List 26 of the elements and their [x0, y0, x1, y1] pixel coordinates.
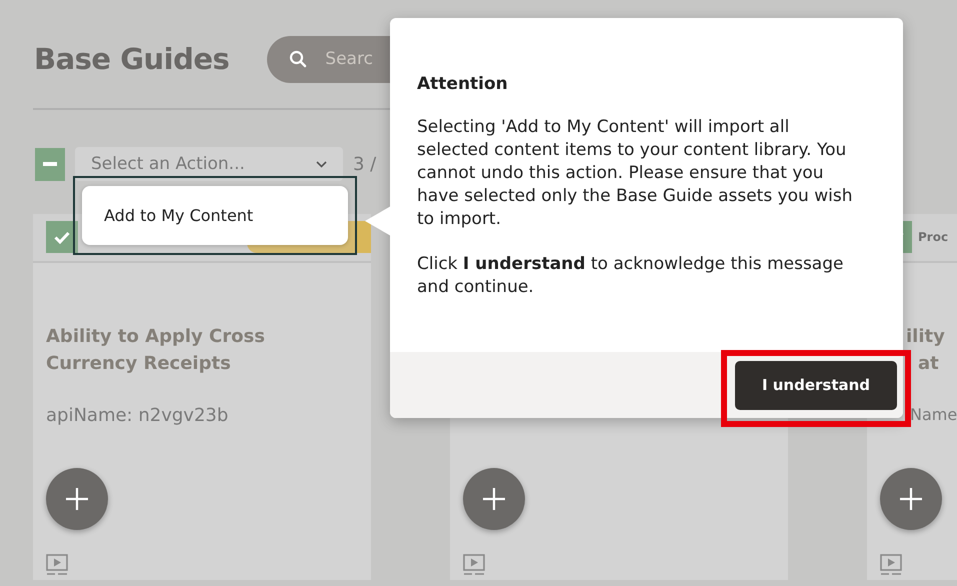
- page-title: Base Guides: [34, 42, 230, 76]
- add-button[interactable]: [46, 468, 108, 530]
- menu-item[interactable]: Add to My Content: [82, 186, 348, 245]
- card-tag: Proc: [918, 230, 948, 244]
- card-checkbox[interactable]: [46, 221, 78, 254]
- api-name: apiName: n2vgv23b: [46, 404, 228, 426]
- card-title-line: at: [917, 352, 940, 376]
- plus-icon: [482, 487, 506, 512]
- dialog-message: Click I understand to acknowledge this message and continue.: [417, 253, 844, 299]
- add-button[interactable]: [880, 468, 942, 530]
- add-button[interactable]: [463, 468, 525, 530]
- api-name: Name: [910, 404, 957, 424]
- video-icon: [879, 554, 903, 576]
- plus-icon: [899, 487, 923, 512]
- chevron-icon: [316, 160, 327, 168]
- card-title-line: ility: [906, 324, 946, 349]
- video-icon: [462, 554, 486, 576]
- understand-button[interactable]: I understand: [735, 360, 897, 410]
- plus-icon: [65, 487, 89, 512]
- select-all-checkbox[interactable]: [35, 148, 65, 180]
- selection-count: 3 /: [353, 154, 376, 174]
- dialog-message: Selecting 'Add to My Content' will import all selected content items to your content library. You cannot undo this action. Please ensure that you have selected only the Base Guide assets you wish to import.: [417, 116, 854, 231]
- check-icon: [54, 230, 70, 244]
- card-title-line: Ability to Apply Cross: [46, 324, 266, 349]
- card-title-line: Currency Receipts: [46, 352, 232, 376]
- video-icon: [45, 554, 69, 576]
